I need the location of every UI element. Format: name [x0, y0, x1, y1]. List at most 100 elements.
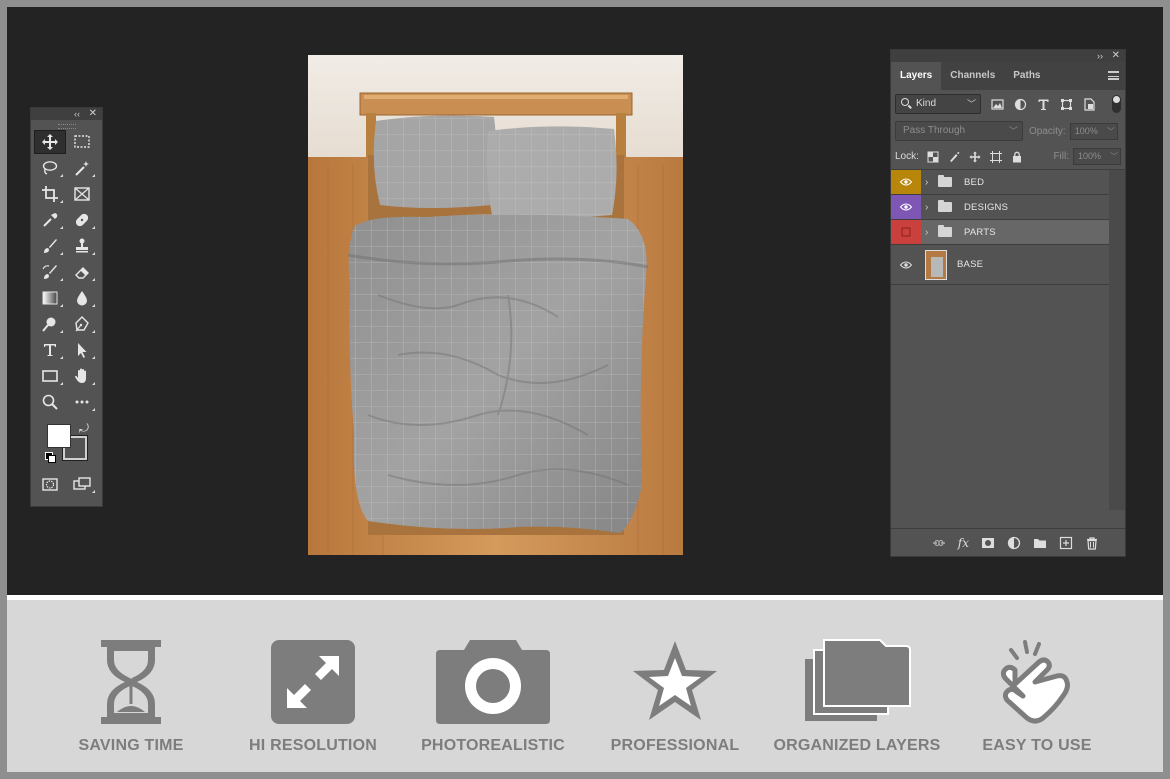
bed-mockup-image	[308, 55, 683, 555]
zoom-tool[interactable]	[34, 390, 66, 414]
tools-panel-header: ‹‹ ✕	[31, 108, 102, 120]
crop-icon	[42, 186, 58, 202]
expand-chevron-icon[interactable]: ›	[925, 227, 934, 238]
history-brush-icon	[42, 265, 57, 279]
tab-channels[interactable]: Channels	[941, 62, 1004, 90]
layer-visibility-toggle[interactable]	[891, 220, 921, 244]
more-tools[interactable]	[66, 390, 98, 414]
panel-menu-icon[interactable]	[1108, 71, 1119, 80]
fill-value: 100%	[1078, 151, 1102, 161]
new-layer-icon[interactable]	[1059, 536, 1073, 550]
eyedropper-tool[interactable]	[34, 208, 66, 232]
collapse-icon[interactable]: ››	[1097, 50, 1103, 62]
pixel-layer-filter-icon[interactable]	[991, 98, 1004, 111]
layers-scrollbar[interactable]	[1109, 170, 1125, 510]
adjustment-layer-filter-icon[interactable]	[1014, 98, 1027, 111]
eye-icon	[900, 261, 912, 268]
layers-panel-footer: fx	[891, 528, 1125, 556]
tab-paths[interactable]: Paths	[1004, 62, 1049, 90]
marquee-tool[interactable]	[66, 130, 98, 154]
layer-visibility-toggle[interactable]	[891, 245, 921, 284]
brush-tool[interactable]	[34, 234, 66, 258]
lock-transparent-pixels-icon[interactable]	[927, 151, 939, 163]
move-tool[interactable]	[34, 130, 66, 154]
lock-artboard-icon[interactable]	[989, 150, 1002, 163]
frame-tool[interactable]	[66, 182, 98, 206]
close-icon[interactable]: ✕	[1112, 50, 1120, 62]
eye-icon	[900, 203, 912, 211]
feature-label: SAVING TIME	[78, 737, 184, 754]
gradient-tool[interactable]	[34, 286, 66, 310]
adjustment-layer-icon[interactable]	[1007, 536, 1021, 550]
lock-image-pixels-icon[interactable]	[948, 151, 960, 163]
smart-object-filter-icon[interactable]	[1083, 97, 1096, 111]
expand-chevron-icon[interactable]: ›	[925, 202, 934, 213]
feature-label: HI RESOLUTION	[249, 737, 377, 754]
layer-row-bed[interactable]: › BED	[891, 170, 1111, 195]
screen-mode-button[interactable]	[66, 472, 98, 496]
tab-layers[interactable]: Layers	[891, 62, 942, 90]
lasso-tool[interactable]	[34, 156, 66, 180]
hourglass-icon	[101, 640, 161, 724]
dodge-tool[interactable]	[34, 312, 66, 336]
swap-colors-icon[interactable]: ⤾	[79, 421, 89, 436]
add-mask-icon[interactable]	[981, 536, 995, 550]
layer-style-fx-icon[interactable]: fx	[958, 536, 969, 550]
layers-panel: ›› ✕ Layers Channels Paths Kind ﹀ Pass T…	[890, 49, 1126, 557]
crop-tool[interactable]	[34, 182, 66, 206]
filter-kind-select[interactable]: Kind ﹀	[895, 94, 981, 114]
eraser-tool[interactable]	[66, 260, 98, 284]
fill-input[interactable]: 100% ﹀	[1073, 148, 1121, 165]
folder-icon	[938, 175, 952, 187]
layer-row-designs[interactable]: › DESIGNS	[891, 195, 1111, 220]
path-selection-tool[interactable]	[66, 338, 98, 362]
lock-position-icon[interactable]	[969, 151, 981, 163]
quick-mask-button[interactable]	[34, 472, 66, 496]
layer-row-base[interactable]: BASE	[891, 245, 1111, 285]
chevron-down-icon: ﹀	[1110, 152, 1118, 161]
fill-label: Fill:	[1053, 151, 1069, 162]
type-layer-filter-icon[interactable]	[1037, 98, 1050, 111]
collapse-icon[interactable]: ‹‹	[74, 108, 80, 120]
panel-grip[interactable]	[31, 120, 102, 130]
layers-list: › BED › DESIGNS › PARTS BASE	[891, 170, 1125, 510]
link-layers-icon[interactable]	[932, 536, 946, 550]
lock-all-icon[interactable]	[1011, 151, 1023, 163]
magic-wand-tool[interactable]	[66, 156, 98, 180]
blur-tool[interactable]	[66, 286, 98, 310]
eraser-icon	[75, 267, 89, 279]
expand-chevron-icon[interactable]: ›	[925, 177, 934, 188]
frame-icon	[74, 187, 90, 201]
trash-icon[interactable]	[1085, 536, 1099, 550]
stamp-tool[interactable]	[66, 234, 98, 258]
opacity-input[interactable]: 100% ﹀	[1069, 122, 1118, 140]
gradient-icon	[42, 291, 58, 305]
foreground-color-swatch[interactable]	[47, 424, 71, 448]
features-strip: SAVING TIME HI RESOLUTION PHOTOREALISTIC	[7, 600, 1163, 772]
hand-tool[interactable]	[66, 364, 98, 388]
magic-wand-icon	[75, 161, 89, 176]
brush-icon	[44, 239, 57, 253]
layer-visibility-toggle[interactable]	[891, 195, 921, 219]
pen-tool[interactable]	[66, 312, 98, 336]
camera-icon	[436, 640, 550, 724]
rectangle-tool[interactable]	[34, 364, 66, 388]
layers-panel-header: ›› ✕	[891, 50, 1125, 62]
blend-mode-select[interactable]: Pass Through ﹀	[895, 121, 1023, 141]
type-tool[interactable]	[34, 338, 66, 362]
hand-icon	[75, 368, 86, 383]
layer-visibility-toggle[interactable]	[891, 170, 921, 194]
layer-name: PARTS	[964, 226, 996, 238]
document-canvas[interactable]	[308, 55, 683, 555]
layer-name: BASE	[957, 259, 984, 270]
close-icon[interactable]: ✕	[89, 108, 97, 120]
shape-layer-filter-icon[interactable]	[1060, 98, 1073, 111]
layer-row-parts[interactable]: › PARTS	[891, 220, 1111, 245]
rectangle-icon	[42, 370, 58, 382]
filter-toggle[interactable]	[1112, 95, 1121, 113]
new-group-folder-icon[interactable]	[1033, 536, 1047, 550]
tap-hand-icon	[1000, 640, 1070, 724]
healing-brush-tool[interactable]	[66, 208, 98, 232]
blend-mode-value: Pass Through	[903, 125, 966, 136]
history-brush-tool[interactable]	[34, 260, 66, 284]
